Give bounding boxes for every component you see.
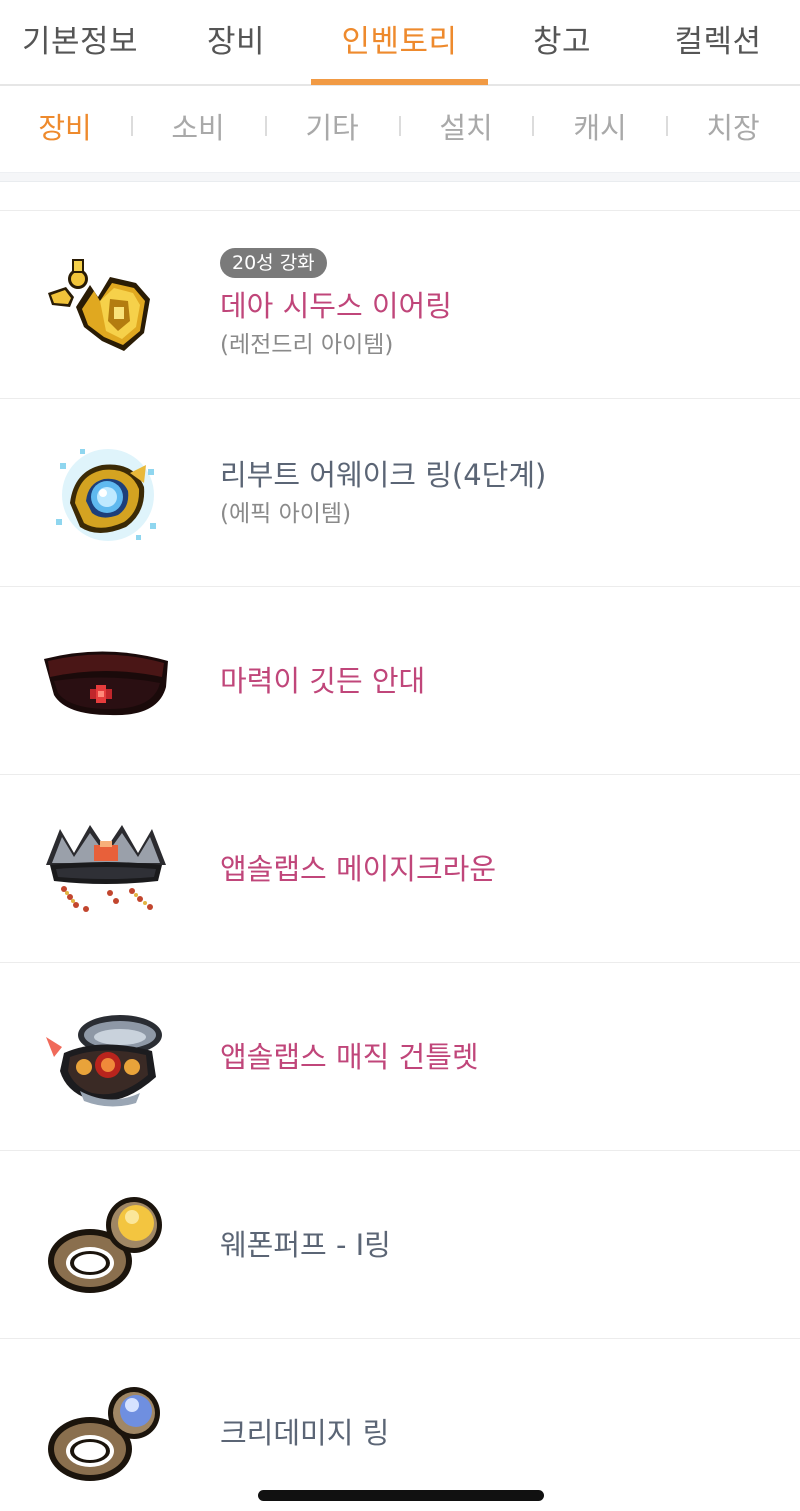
list-item[interactable]: 앱솔랩스 매직 건틀렛 (0, 962, 800, 1150)
blue-gem-ring-icon (40, 1383, 172, 1483)
gold-gem-ring-icon (40, 1195, 172, 1295)
item-grade: (레전드리 아이템) (220, 332, 394, 358)
subtab-cosmetic[interactable]: 치장 (688, 86, 778, 172)
star-force-badge: 20성 강화 (220, 248, 327, 278)
list-item[interactable]: 웨폰퍼프 - I링 (0, 1150, 800, 1338)
item-name: 앱솔랩스 메이지크라운 (220, 852, 497, 886)
main-tab-bar: 기본정보 장비 인벤토리 창고 컬렉션 (0, 0, 800, 86)
active-tab-indicator (311, 79, 488, 85)
item-name: 리부트 어웨이크 링(4단계) (220, 458, 547, 492)
separator (532, 116, 534, 136)
awake-ring-icon (40, 443, 172, 543)
tab-inventory[interactable]: 인벤토리 (311, 0, 488, 86)
tab-basic-info[interactable]: 기본정보 (0, 0, 160, 86)
list-item[interactable]: 리부트 어웨이크 링(4단계) (에픽 아이템) (0, 398, 800, 586)
subtab-install[interactable]: 설치 (421, 86, 511, 172)
subtab-equipment[interactable]: 장비 (20, 86, 110, 172)
subtab-cash[interactable]: 캐시 (555, 86, 645, 172)
section-divider (0, 172, 800, 210)
separator (666, 116, 668, 136)
item-name: 앱솔랩스 매직 건틀렛 (220, 1040, 479, 1074)
item-name: 크리데미지 링 (220, 1416, 390, 1450)
subtab-consumable[interactable]: 소비 (153, 86, 243, 172)
list-item[interactable]: 마력이 깃든 안대 (0, 586, 800, 774)
item-name: 마력이 깃든 안대 (220, 664, 426, 698)
list-item[interactable]: 앱솔랩스 메이지크라운 (0, 774, 800, 962)
list-item[interactable]: 20성 강화 데아 시두스 이어링 (레전드리 아이템) (0, 210, 800, 398)
item-name: 웨폰퍼프 - I링 (220, 1228, 391, 1262)
tab-storage[interactable]: 창고 (488, 0, 636, 86)
crown-icon (40, 819, 172, 919)
gauntlet-icon (40, 1007, 172, 1107)
tab-collection[interactable]: 컬렉션 (636, 0, 800, 86)
tab-equipment[interactable]: 장비 (160, 0, 312, 86)
golden-shield-earring-icon (40, 255, 172, 355)
separator (399, 116, 401, 136)
separator (265, 116, 267, 136)
subtab-etc[interactable]: 기타 (287, 86, 377, 172)
item-grade: (에픽 아이템) (220, 501, 352, 527)
item-list: 20성 강화 데아 시두스 이어링 (레전드리 아이템) 리부트 어웨이크 링(… (0, 210, 800, 1511)
eyepatch-icon (40, 631, 172, 731)
item-name: 데아 시두스 이어링 (220, 289, 452, 323)
separator (131, 116, 133, 136)
list-item[interactable]: 크리데미지 링 (0, 1338, 800, 1511)
home-indicator[interactable] (258, 1490, 544, 1501)
